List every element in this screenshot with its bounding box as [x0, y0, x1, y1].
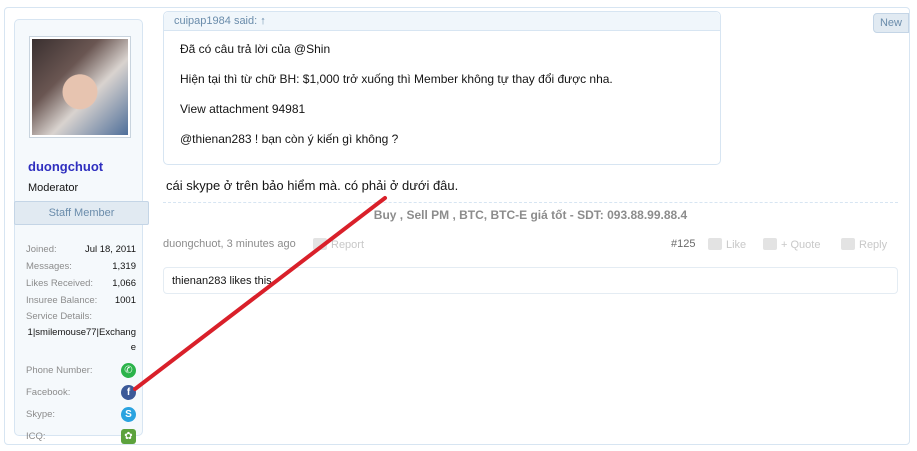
user-title: Moderator	[28, 182, 79, 194]
new-badge: New	[872, 13, 909, 33]
identity-facebook: Facebook: f	[26, 381, 136, 403]
quote-block: cuipap1984 said: ↑ Đã có câu trả lời của…	[163, 11, 721, 165]
staff-member-banner: Staff Member	[14, 201, 149, 225]
stat-value[interactable]: 1,319	[112, 258, 136, 275]
report-icon	[313, 238, 327, 250]
author-date-link[interactable]: duongchuot, 3 minutes ago	[163, 238, 296, 250]
identity-label: ICQ:	[26, 430, 46, 442]
stat-value: Jul 18, 2011	[84, 244, 136, 255]
signature: Buy , Sell PM , BTC, BTC-E giá tốt - SDT…	[373, 208, 688, 222]
post-number-link[interactable]: #125	[671, 238, 695, 250]
signature-divider	[163, 202, 898, 203]
stat-label: Joined:	[26, 244, 57, 255]
skype-icon[interactable]: S	[121, 406, 136, 422]
stat-joined: Joined: Jul 18, 2011	[26, 241, 136, 258]
quote-line: @thienan283 ! bạn còn ý kiến gì không ?	[180, 132, 399, 146]
identity-label: Facebook:	[26, 386, 71, 398]
avatar[interactable]	[29, 36, 131, 138]
service-details-label: Service Details:	[26, 311, 92, 322]
quote-icon	[763, 238, 777, 250]
stat-value: 1001	[114, 295, 136, 306]
quote-label: + Quote	[781, 239, 821, 251]
stat-label: Messages:	[26, 261, 72, 272]
identity-icq: ICQ: ✿	[26, 425, 136, 447]
reply-label: Reply	[859, 239, 888, 251]
quote-button[interactable]: + Quote	[763, 238, 820, 251]
stat-messages: Messages: 1,319	[26, 258, 136, 275]
identity-phone: Phone Number: ✆	[26, 359, 136, 381]
like-button[interactable]: Like	[708, 238, 746, 251]
report-label: Report	[331, 239, 365, 251]
phone-icon[interactable]: ✆	[121, 362, 136, 378]
facebook-icon[interactable]: f	[121, 384, 136, 400]
stat-value: 1,066	[112, 278, 136, 289]
quote-author-link[interactable]: cuipap1984 said: ↑	[164, 12, 720, 31]
quote-line: Hiện tại thì từ chữ BH: $1,000 trở xuống…	[180, 72, 613, 86]
user-extra-info: Joined: Jul 18, 2011 Messages: 1,319 Likes…	[26, 241, 136, 447]
message-meta: duongchuot, 3 minutes ago Report #125 Li…	[163, 238, 893, 254]
like-icon	[708, 238, 722, 250]
avatar-image	[32, 39, 128, 135]
identity-label: Phone Number:	[26, 364, 93, 376]
like-label: Like	[726, 239, 747, 251]
stat-label: Likes Received:	[26, 278, 94, 289]
stat-likes-received: Likes Received: 1,066	[26, 275, 136, 292]
message-text: cái skype ở trên bảo hiểm mà. có phải ở …	[166, 178, 459, 193]
service-details-value: 1|smilemouse77|Exchange	[27, 327, 136, 353]
view-attachment-link[interactable]: View attachment 94981	[180, 102, 305, 116]
stat-label: Insuree Balance:	[26, 295, 98, 306]
username-link[interactable]: duongchuot	[28, 159, 103, 174]
quote-line: Đã có câu trả lời của @Shin	[180, 42, 331, 56]
stat-insuree-balance: Insuree Balance: 1001	[26, 292, 136, 309]
reply-icon	[841, 238, 855, 250]
user-block: duongchuot Moderator Staff Member Joined…	[14, 19, 149, 444]
report-button[interactable]: Report	[313, 238, 364, 251]
identity-skype: Skype: S	[26, 403, 136, 425]
icq-icon[interactable]: ✿	[121, 428, 136, 444]
reply-button[interactable]: Reply	[841, 238, 887, 251]
likes-summary: thienan283 likes this.	[163, 267, 898, 294]
identity-label: Skype:	[26, 408, 56, 420]
